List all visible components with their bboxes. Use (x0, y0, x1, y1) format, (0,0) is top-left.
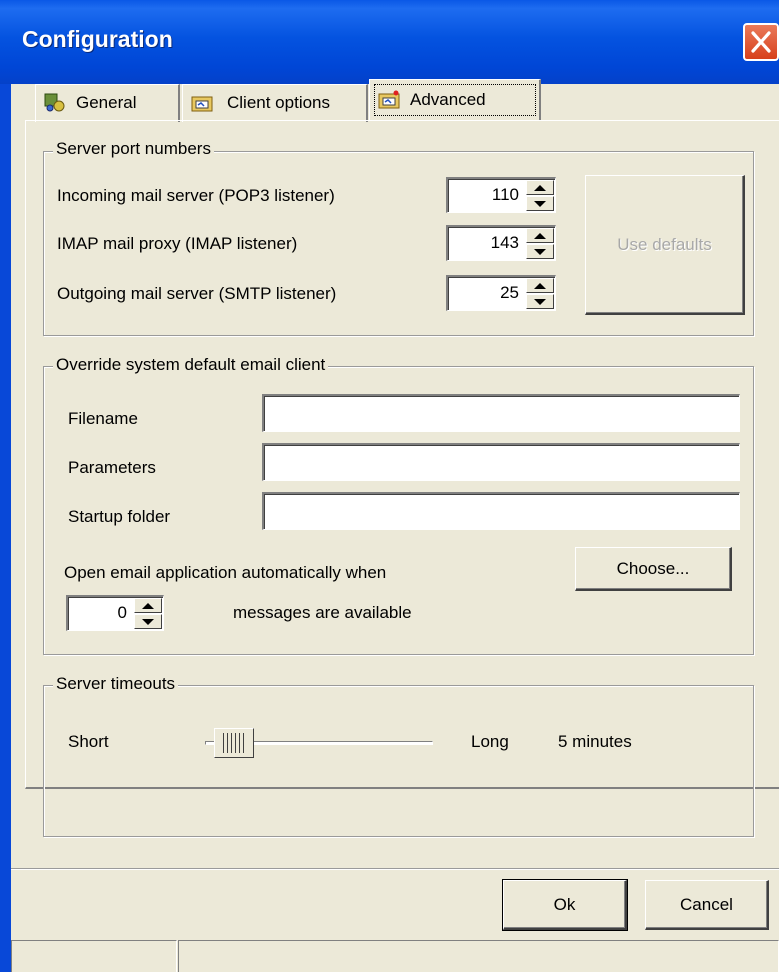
pop3-port-stepper[interactable]: 110 (446, 177, 556, 213)
tab-client-options[interactable]: Client options (182, 84, 368, 122)
imap-increment-button[interactable] (526, 228, 554, 243)
status-pane-right (178, 940, 779, 972)
message-count-increment-button[interactable] (134, 598, 162, 613)
pop3-label: Incoming mail server (POP3 listener) (57, 186, 335, 205)
smtp-port-value: 25 (500, 283, 519, 302)
smtp-label: Outgoing mail server (SMTP listener) (57, 284, 337, 303)
close-button[interactable] (743, 23, 779, 61)
open-automatically-label: Open email application automatically whe… (64, 563, 387, 582)
filename-field[interactable] (262, 394, 740, 432)
pop3-port-value: 110 (491, 185, 519, 204)
title-bar: Configuration (0, 0, 779, 84)
tab-client-options-label: Client options (227, 93, 331, 112)
ok-button[interactable]: Ok (502, 879, 628, 931)
long-label: Long (471, 732, 509, 751)
message-count-stepper[interactable]: 0 (66, 595, 164, 631)
server-timeouts-group (43, 685, 754, 837)
arrow-down-icon (534, 249, 546, 255)
timeout-value: 5 minutes (558, 732, 632, 751)
choose-button[interactable]: Choose... (575, 547, 732, 591)
footer-separator (11, 868, 779, 870)
imap-port-stepper[interactable]: 143 (446, 225, 556, 261)
arrow-down-icon (534, 299, 546, 305)
arrow-up-icon (142, 603, 154, 609)
use-defaults-button[interactable]: Use defaults (585, 175, 745, 315)
parameters-field[interactable] (262, 443, 740, 481)
startup-folder-field[interactable] (262, 492, 740, 530)
window-title: Configuration (22, 26, 173, 52)
slider-grip-icon (223, 733, 245, 753)
general-settings-icon (44, 93, 65, 112)
smtp-port-stepper[interactable]: 25 (446, 275, 556, 311)
tab-advanced-label: Advanced (410, 90, 486, 109)
override-client-title: Override system default email client (53, 355, 329, 375)
arrow-up-icon (534, 283, 546, 289)
startup-folder-label: Startup folder (68, 507, 171, 526)
cancel-button[interactable]: Cancel (645, 880, 769, 930)
smtp-decrement-button[interactable] (526, 294, 554, 309)
smtp-increment-button[interactable] (526, 278, 554, 293)
client-options-icon (191, 96, 213, 112)
message-count-value: 0 (117, 603, 127, 622)
imap-label: IMAP mail proxy (IMAP listener) (57, 234, 298, 253)
pop3-increment-button[interactable] (526, 180, 554, 195)
tab-general[interactable]: General (35, 84, 180, 122)
server-ports-title: Server port numbers (53, 139, 214, 159)
messages-available-label: messages are available (233, 603, 412, 622)
server-timeouts-title: Server timeouts (53, 674, 179, 694)
window-left-border (0, 84, 11, 972)
short-label: Short (68, 732, 109, 751)
tab-general-label: General (76, 93, 137, 112)
pop3-decrement-button[interactable] (526, 196, 554, 211)
parameters-label: Parameters (68, 458, 156, 477)
status-pane-left (11, 940, 177, 972)
message-count-decrement-button[interactable] (134, 614, 162, 629)
arrow-down-icon (534, 201, 546, 207)
arrow-down-icon (142, 619, 154, 625)
close-icon (751, 31, 771, 53)
arrow-up-icon (534, 185, 546, 191)
imap-port-value: 143 (490, 233, 519, 252)
filename-label: Filename (68, 409, 138, 428)
tab-advanced[interactable]: Advanced (369, 79, 541, 121)
arrow-up-icon (534, 233, 546, 239)
imap-decrement-button[interactable] (526, 244, 554, 259)
timeout-slider-thumb[interactable] (214, 728, 254, 758)
